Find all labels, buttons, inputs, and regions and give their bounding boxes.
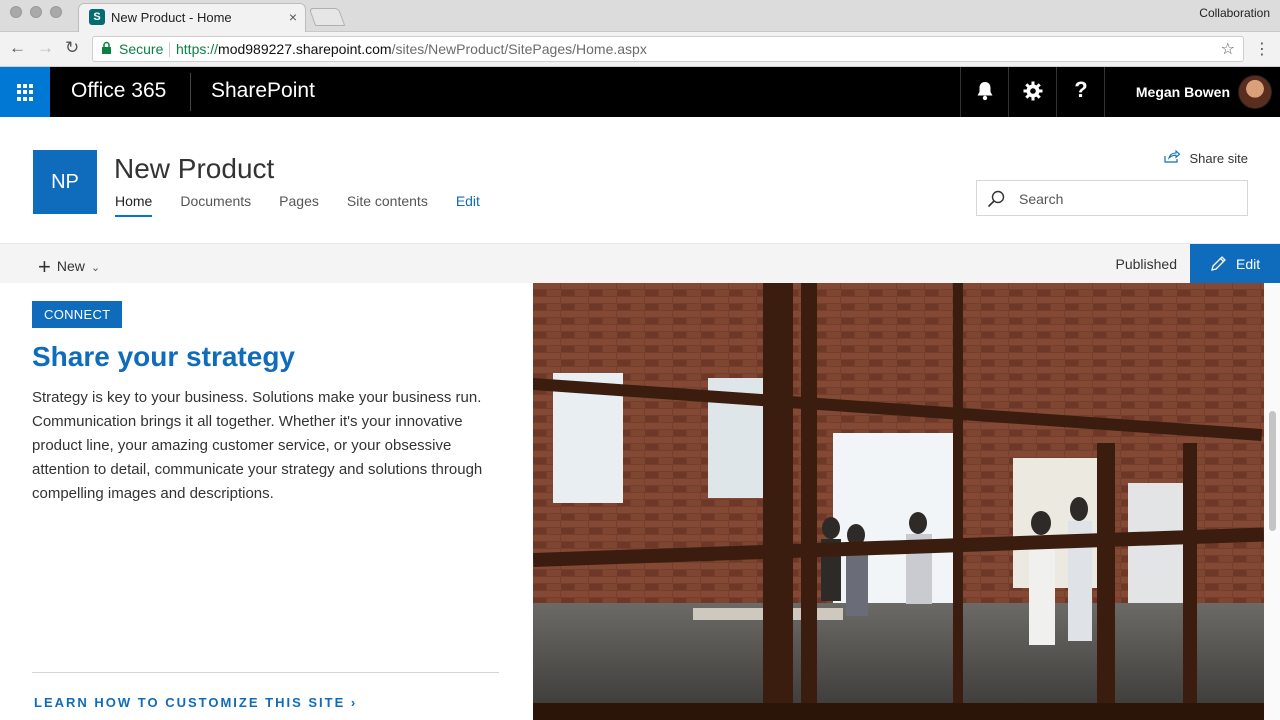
minimize-window-button[interactable] xyxy=(30,6,42,18)
browser-menu-icon[interactable]: ⋮ xyxy=(1254,39,1270,59)
hero-image[interactable] xyxy=(533,283,1264,720)
page-content: CONNECT Share your strategy Strategy is … xyxy=(0,283,1280,720)
new-label: New xyxy=(56,258,85,274)
plus-icon: + xyxy=(38,254,51,279)
browser-profile-name[interactable]: Collaboration xyxy=(1199,6,1270,20)
url-text[interactable]: https://mod989227.sharepoint.com/sites/N… xyxy=(176,41,647,57)
new-tab-button[interactable] xyxy=(308,8,346,26)
share-site-button[interactable]: Share site xyxy=(1164,149,1248,166)
sharepoint-link[interactable]: SharePoint xyxy=(211,79,315,103)
site-title[interactable]: New Product xyxy=(114,153,274,185)
url-host: mod989227.sharepoint.com xyxy=(218,41,392,57)
tab-close-icon[interactable]: × xyxy=(289,9,297,25)
nav-site-contents[interactable]: Site contents xyxy=(347,193,428,217)
edit-label: Edit xyxy=(1236,256,1261,272)
page-status: Published xyxy=(1115,256,1178,272)
url-protocol: https:// xyxy=(176,41,219,57)
new-button[interactable]: + New ⌄ xyxy=(38,254,100,280)
learn-link-label: LEARN HOW TO CUSTOMIZE THIS SITE xyxy=(34,695,346,710)
office-365-link[interactable]: Office 365 xyxy=(71,79,166,103)
maximize-window-button[interactable] xyxy=(50,6,62,18)
bookmark-star-icon[interactable]: ☆ xyxy=(1221,39,1235,59)
share-site-label: Share site xyxy=(1189,151,1248,166)
browser-tab[interactable]: S New Product - Home × xyxy=(78,3,306,32)
reload-icon[interactable]: ↻ xyxy=(65,38,79,58)
learn-customize-link[interactable]: LEARN HOW TO CUSTOMIZE THIS SITE › xyxy=(34,695,355,710)
waffle-icon xyxy=(17,84,34,101)
search-placeholder: Search xyxy=(1019,191,1064,207)
section-divider xyxy=(32,672,499,673)
pencil-icon xyxy=(1211,256,1226,271)
section-tag: CONNECT xyxy=(32,301,123,328)
nav-documents[interactable]: Documents xyxy=(180,193,251,217)
help-button[interactable]: ? xyxy=(1056,67,1104,117)
nav-pages[interactable]: Pages xyxy=(279,193,319,217)
hero-headline: Share your strategy xyxy=(32,341,295,372)
forward-arrow-icon[interactable]: → xyxy=(37,38,54,58)
secure-label: Secure xyxy=(119,41,164,57)
tab-title: New Product - Home xyxy=(111,10,232,25)
settings-button[interactable] xyxy=(1008,67,1056,117)
bell-icon xyxy=(977,82,992,101)
nav-edit-link[interactable]: Edit xyxy=(456,193,480,217)
chevron-down-icon: ⌄ xyxy=(90,262,101,274)
user-avatar xyxy=(1238,75,1272,109)
url-path: /sites/NewProduct/SitePages/Home.aspx xyxy=(391,41,647,57)
hero-body-text: Strategy is key to your business. Soluti… xyxy=(32,389,483,502)
address-separator xyxy=(169,42,170,57)
suite-bar: Office 365 SharePoint ? Megan Bowen xyxy=(0,67,1280,117)
suite-divider xyxy=(190,73,191,111)
search-box[interactable]: Search xyxy=(976,180,1248,216)
notifications-button[interactable] xyxy=(960,67,1008,117)
site-logo[interactable]: NP xyxy=(33,150,97,214)
search-icon xyxy=(987,190,1005,213)
lock-icon xyxy=(101,41,112,57)
browser-tab-bar: S New Product - Home × Collaboration xyxy=(0,0,1280,32)
browser-toolbar: ← → ↻ Secure https://mod989227.sharepoin… xyxy=(0,32,1280,67)
help-icon: ? xyxy=(1074,77,1088,102)
office-meeting-photo xyxy=(533,283,1264,720)
sharepoint-favicon-icon: S xyxy=(89,9,105,25)
nav-home[interactable]: Home xyxy=(115,193,153,217)
close-window-button[interactable] xyxy=(10,6,22,18)
command-bar: + New ⌄ Published Edit xyxy=(0,243,1280,284)
back-arrow-icon[interactable]: ← xyxy=(9,38,26,58)
edit-page-button[interactable]: Edit xyxy=(1190,244,1280,284)
chevron-right-icon: › xyxy=(350,695,356,710)
scrollbar-thumb[interactable] xyxy=(1269,411,1276,531)
account-manager-button[interactable]: Megan Bowen xyxy=(1104,67,1280,117)
page-scrollbar[interactable] xyxy=(1264,283,1280,720)
gear-icon xyxy=(1023,81,1042,101)
site-header: NP New Product Home Documents Pages Site… xyxy=(0,117,1280,243)
site-navigation: Home Documents Pages Site contents Edit xyxy=(115,193,508,217)
user-name: Megan Bowen xyxy=(1135,84,1230,100)
address-bar[interactable]: Secure https://mod989227.sharepoint.com/… xyxy=(92,36,1244,62)
app-launcher-button[interactable] xyxy=(0,67,50,117)
share-icon xyxy=(1164,149,1184,166)
